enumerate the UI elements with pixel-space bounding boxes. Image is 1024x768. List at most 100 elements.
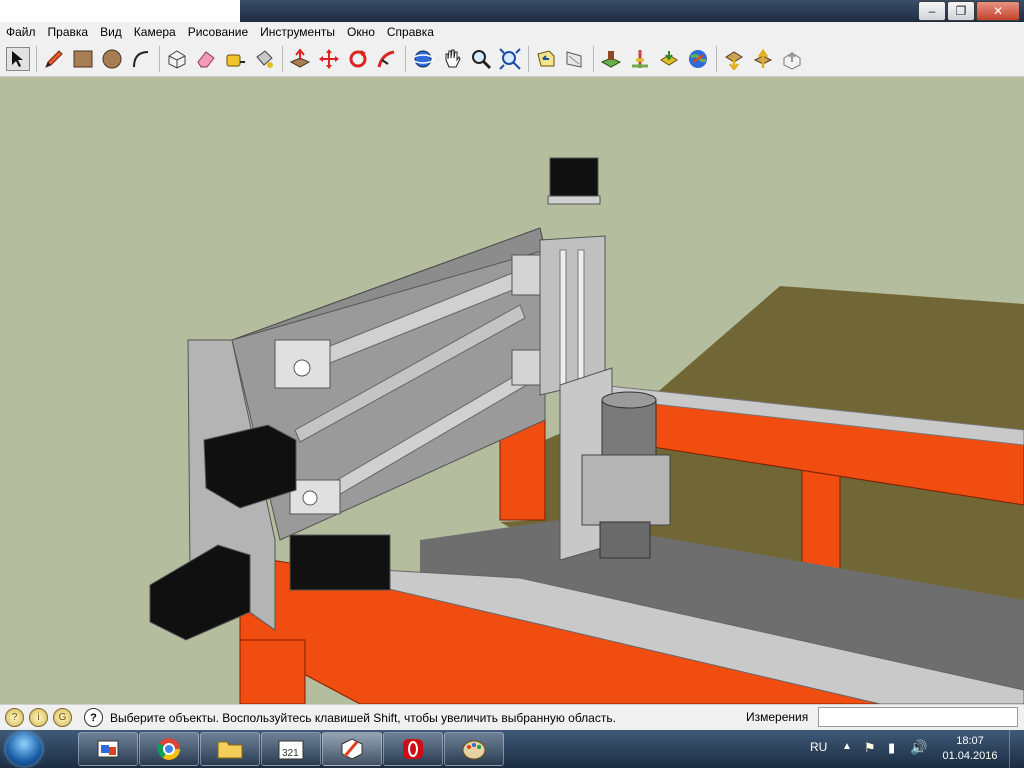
- network-icon[interactable]: ▮: [888, 740, 895, 756]
- toolbar-separator: [36, 45, 37, 72]
- toggle-terrain-icon: [632, 49, 648, 68]
- pan-tool-button[interactable]: [440, 47, 464, 71]
- frame-leg-left: [239, 639, 306, 704]
- chrome-icon: [157, 738, 180, 760]
- eraser-tool-button[interactable]: [194, 47, 218, 71]
- menu-tools[interactable]: Инструменты: [254, 25, 341, 39]
- action-center-flag-icon[interactable]: ⚑: [864, 740, 876, 756]
- z-rod-right: [577, 249, 585, 381]
- chrome-app-button[interactable]: [139, 732, 199, 766]
- close-button[interactable]: ✕: [976, 1, 1020, 21]
- google-earth-tool-button[interactable]: [686, 47, 710, 71]
- menu-bar: Файл Правка Вид Камера Рисование Инструм…: [0, 22, 1024, 41]
- push-pull-tool-button[interactable]: [288, 47, 312, 71]
- show-hidden-icons-icon[interactable]: ▲: [842, 741, 852, 752]
- toolbar-separator: [159, 45, 160, 72]
- paint-bucket-tool-button[interactable]: [252, 47, 276, 71]
- get-models-tool-button[interactable]: [657, 47, 681, 71]
- maximize-button[interactable]: ❐: [947, 1, 975, 21]
- menu-view[interactable]: Вид: [94, 25, 128, 39]
- z-rod-left: [559, 249, 567, 391]
- previous-view-icon: [537, 49, 555, 66]
- menu-draw[interactable]: Рисование: [182, 25, 254, 39]
- menu-file[interactable]: Файл: [0, 25, 42, 39]
- paint-app-button[interactable]: [444, 732, 504, 766]
- add-location-tool-button[interactable]: [599, 47, 623, 71]
- user-account-icon[interactable]: G: [53, 708, 72, 727]
- arrow-cursor-icon: [12, 50, 23, 67]
- spindle-nose: [599, 521, 651, 559]
- sketchup-app-button[interactable]: [322, 732, 382, 766]
- zoom-extents-icon: [499, 47, 521, 70]
- share-component-tool-button[interactable]: [780, 47, 804, 71]
- window-title-area: [0, 0, 240, 22]
- share-model-icon: [753, 48, 773, 68]
- system-clock[interactable]: 18:07 01.04.2016: [940, 734, 1000, 764]
- x-carriage-block: [289, 534, 391, 591]
- hand-icon: [445, 49, 461, 67]
- toolbar-separator: [405, 45, 406, 72]
- status-bar: ? i G ? Выберите объекты. Воспользуйтесь…: [0, 704, 1024, 730]
- menu-edit[interactable]: Правка: [42, 25, 95, 39]
- instructor-help-icon[interactable]: ?: [84, 708, 103, 727]
- drawing-viewport[interactable]: [0, 77, 1024, 704]
- menu-help[interactable]: Справка: [381, 25, 440, 39]
- spindle-clamp: [581, 454, 671, 526]
- share-model-tool-button[interactable]: [751, 47, 775, 71]
- opera-app-button[interactable]: [383, 732, 443, 766]
- menu-window[interactable]: Окно: [341, 25, 381, 39]
- next-view-tool-button[interactable]: [563, 47, 587, 71]
- volume-icon[interactable]: 🔊: [910, 739, 927, 756]
- windows-taskbar: 321 RU ▲ ⚑ ▮ 🔊 18:07 01.04.2016: [0, 730, 1024, 768]
- arc-icon: [133, 50, 149, 67]
- minimize-button[interactable]: –: [918, 1, 946, 21]
- arc-tool-button[interactable]: [129, 47, 153, 71]
- rotate-icon: [349, 49, 367, 67]
- make-component-tool-button[interactable]: [165, 47, 189, 71]
- push-pull-icon: [289, 47, 311, 68]
- paint-palette-icon: [462, 740, 486, 760]
- zoom-tool-button[interactable]: [469, 47, 493, 71]
- sketchup-icon: [341, 738, 363, 760]
- menu-camera[interactable]: Камера: [128, 25, 182, 39]
- previous-view-tool-button[interactable]: [534, 47, 558, 71]
- toggle-terrain-tool-button[interactable]: [628, 47, 652, 71]
- rectangle-tool-button[interactable]: [71, 47, 95, 71]
- toolbar-separator: [593, 45, 594, 72]
- orbit-tool-button[interactable]: [411, 47, 435, 71]
- select-tool-button[interactable]: [6, 46, 30, 71]
- measurements-input[interactable]: [818, 707, 1018, 727]
- toolbar-separator: [716, 45, 717, 72]
- explorer-icon: [97, 740, 119, 758]
- cnc-router-model: [149, 157, 1024, 704]
- add-location-icon: [600, 50, 622, 68]
- follow-me-tool-button[interactable]: [375, 47, 399, 71]
- folder-icon: [217, 741, 243, 759]
- language-indicator[interactable]: RU: [810, 740, 827, 754]
- tape-measure-tool-button[interactable]: [223, 47, 247, 71]
- geo-location-icon[interactable]: ?: [5, 708, 24, 727]
- opera-icon: [403, 739, 423, 759]
- circle-tool-button[interactable]: [100, 47, 124, 71]
- media-player-app-button[interactable]: 321: [261, 732, 321, 766]
- move-tool-button[interactable]: [317, 47, 341, 71]
- get-models-icon: [660, 50, 678, 66]
- credits-icon[interactable]: i: [29, 708, 48, 727]
- stepper-motor-z: [549, 157, 599, 201]
- main-toolbar: [0, 41, 1024, 77]
- folder-app-button[interactable]: [200, 732, 260, 766]
- status-hint-text: Выберите объекты. Воспользуйтесь клавише…: [110, 710, 616, 725]
- system-tray: RU ▲ ⚑ ▮ 🔊 18:07 01.04.2016: [800, 730, 1024, 768]
- pencil-line-tool-button[interactable]: [42, 47, 66, 71]
- get-models-warehouse-tool-button[interactable]: [722, 47, 746, 71]
- zoom-extents-tool-button[interactable]: [498, 47, 522, 71]
- file-explorer-app-button[interactable]: [78, 732, 138, 766]
- toolbar-separator: [282, 45, 283, 72]
- tape-measure-icon: [226, 54, 245, 66]
- rotate-tool-button[interactable]: [346, 47, 370, 71]
- pencil-icon: [45, 49, 63, 68]
- start-button[interactable]: [6, 732, 42, 766]
- follow-me-icon: [377, 50, 395, 67]
- show-desktop-button[interactable]: [1009, 730, 1024, 768]
- google-earth-icon: [689, 49, 707, 68]
